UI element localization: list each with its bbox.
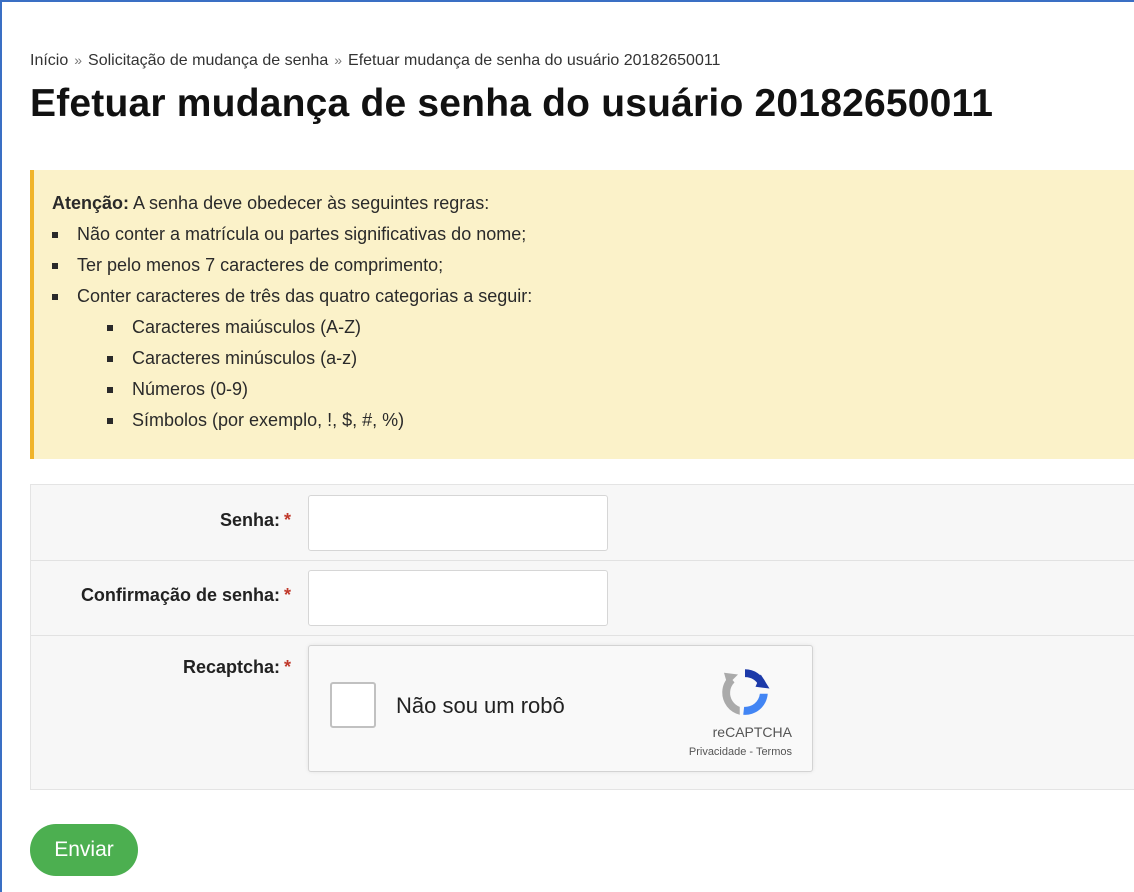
page-title: Efetuar mudança de senha do usuário 2018… [30, 82, 994, 125]
breadcrumb-request-link[interactable]: Solicitação de mudança de senha [88, 52, 328, 69]
terms-link[interactable]: Termos [756, 746, 792, 758]
category-item: Números (0-9) [107, 374, 1134, 405]
confirm-password-input[interactable] [308, 570, 608, 626]
required-mark: * [283, 585, 291, 605]
confirm-label-text: Confirmação de senha: [80, 585, 280, 605]
breadcrumb-home-link[interactable]: Início [30, 52, 68, 69]
rule-item: Ter pelo menos 7 caracteres de comprimen… [52, 250, 1134, 281]
password-input[interactable] [308, 495, 608, 551]
rule-item: Não conter a matrícula ou partes signifi… [52, 219, 1134, 250]
privacy-link[interactable]: Privacidade [689, 746, 746, 758]
links-separator: - [746, 746, 756, 758]
submit-button[interactable]: Enviar [30, 824, 138, 876]
confirm-row: Confirmação de senha: * [31, 560, 1134, 636]
breadcrumb-separator: » [334, 52, 343, 68]
recaptcha-widget: Não sou um robô reCAPTCHA Privacidade - … [308, 645, 813, 772]
category-item: Caracteres minúsculos (a-z) [107, 343, 1134, 374]
rule-item-text: Conter caracteres de três das quatro cat… [77, 286, 533, 306]
password-label: Senha: * [220, 510, 291, 531]
alert-intro-text: A senha deve obedecer às seguintes regra… [129, 193, 490, 213]
categories-list: Caracteres maiúsculos (A-Z) Caracteres m… [77, 312, 1134, 436]
recaptcha-logo-icon [722, 669, 770, 715]
password-row: Senha: * [31, 485, 1134, 561]
confirm-label: Confirmação de senha: * [81, 585, 291, 606]
page-frame: Início » Solicitação de mudança de senha » E… [0, 0, 1134, 892]
recaptcha-label-text: Recaptcha: [182, 657, 280, 677]
rules-list: Não conter a matrícula ou partes signifi… [52, 219, 1134, 436]
rule-item: Conter caracteres de três das quatro cat… [52, 281, 1134, 436]
breadcrumb-separator: » [74, 52, 83, 68]
alert-label: Atenção: [52, 193, 130, 213]
required-mark: * [283, 657, 291, 677]
password-form: Senha: * Confirmação de senha: * Recaptcha… [30, 484, 1134, 790]
alert-intro: Atenção: A senha deve obedecer às seguin… [52, 188, 1134, 219]
category-item: Caracteres maiúsculos (A-Z) [107, 312, 1134, 343]
recaptcha-checkbox[interactable] [330, 682, 376, 728]
recaptcha-checkbox-label: Não sou um robô [396, 693, 565, 718]
recaptcha-label: Recaptcha: * [183, 657, 291, 678]
breadcrumb-current: Efetuar mudança de senha do usuário 2018… [348, 52, 721, 69]
password-label-text: Senha: [219, 510, 280, 530]
category-item: Símbolos (por exemplo, !, $, #, %) [107, 405, 1134, 436]
recaptcha-links: Privacidade - Termos [689, 746, 792, 758]
password-rules-alert: Atenção: A senha deve obedecer às seguin… [30, 170, 1134, 459]
required-mark: * [283, 510, 291, 530]
breadcrumb: Início » Solicitação de mudança de senha » E… [30, 52, 720, 70]
recaptcha-brand: reCAPTCHA [712, 724, 792, 740]
recaptcha-row: Recaptcha: * Não sou um robô reCAPTCHA Pr… [31, 635, 1134, 790]
